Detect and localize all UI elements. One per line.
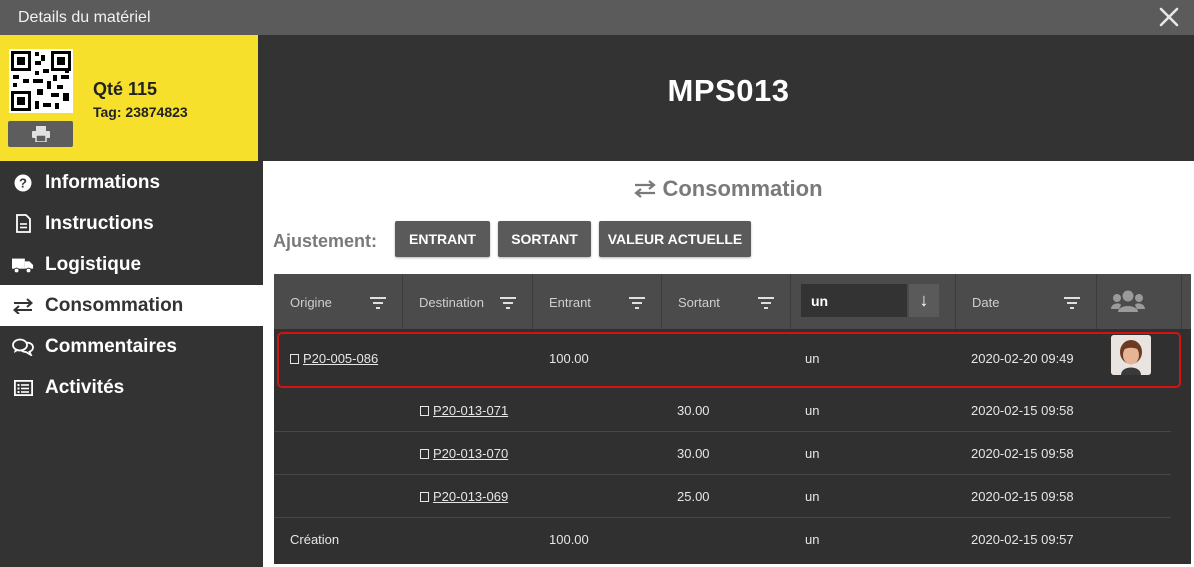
unit-cell: un [805, 489, 820, 504]
filter-icon[interactable] [1064, 296, 1080, 314]
print-button[interactable] [8, 121, 73, 147]
table-row[interactable]: P20-013-071 30.00 un 2020-02-15 09:58 [274, 389, 1171, 432]
adjustment-label: Ajustement: [273, 231, 378, 251]
material-header: MPS013 [263, 35, 1194, 161]
sortant-button[interactable]: SORTANT [498, 221, 591, 257]
document-icon [420, 406, 429, 416]
column-header-destination: Destination [403, 274, 533, 329]
material-details-window: Details du matériel Qté 115 Tag: 2387482… [0, 0, 1194, 567]
material-code: MPS013 [667, 73, 790, 108]
document-icon [12, 213, 34, 235]
sort-button[interactable]: ↓ [909, 284, 939, 317]
unit-cell: un [805, 446, 820, 461]
destination-cell[interactable]: P20-013-069 [420, 489, 508, 504]
close-button[interactable] [1156, 4, 1182, 30]
nav-item-activites[interactable]: Activités [0, 367, 263, 408]
question-circle-icon: ? [12, 172, 34, 194]
document-icon [290, 354, 299, 364]
consumption-panel: Consommation Ajustement: ENTRANT SORTANT… [263, 161, 1194, 567]
nav-item-commentaires[interactable]: Commentaires [0, 326, 263, 367]
date-cell: 2020-02-15 09:58 [971, 446, 1074, 461]
column-header-sortant: Sortant [662, 274, 791, 329]
document-icon [420, 449, 429, 459]
filter-icon[interactable] [758, 296, 774, 314]
in-cell: 100.00 [549, 351, 589, 366]
consumption-table: Origine Destination Entrant Sortant un ↓… [274, 274, 1191, 564]
destination-cell[interactable]: P20-013-071 [420, 403, 508, 418]
date-cell: 2020-02-15 09:58 [971, 403, 1074, 418]
avatar [1111, 335, 1151, 375]
date-cell: 2020-02-15 09:58 [971, 489, 1074, 504]
nav-item-instructions[interactable]: Instructions [0, 203, 263, 244]
out-cell: 30.00 [677, 403, 710, 418]
unit-cell: un [805, 532, 820, 547]
unit-cell: un [805, 403, 820, 418]
nav-item-logistique[interactable]: Logistique [0, 244, 263, 285]
section-title: Consommation [263, 176, 1194, 204]
in-cell: 100.00 [549, 532, 589, 547]
nav-label: Consommation [45, 294, 184, 316]
svg-text:?: ? [19, 175, 27, 190]
nav-item-consommation[interactable]: Consommation [0, 285, 263, 326]
list-icon [12, 377, 34, 399]
printer-icon [32, 126, 50, 142]
nav-label: Logistique [45, 253, 142, 275]
comments-icon [12, 336, 34, 358]
destination-cell[interactable]: P20-013-070 [420, 446, 508, 461]
close-icon [1159, 7, 1179, 27]
unit-filter-input[interactable] [801, 284, 907, 317]
entrant-button[interactable]: ENTRANT [395, 221, 490, 257]
unit-cell: un [805, 351, 820, 366]
column-header-date: Date [956, 274, 1097, 329]
window-title: Details du matériel [18, 9, 151, 26]
out-cell: 30.00 [677, 446, 710, 461]
filter-icon[interactable] [370, 296, 386, 314]
column-header-entrant: Entrant [533, 274, 662, 329]
valeur-actuelle-button[interactable]: VALEUR ACTUELLE [599, 221, 751, 257]
quantity-label: Qté 115 [93, 79, 158, 99]
qr-code-icon [9, 49, 73, 113]
swap-arrows-icon [12, 295, 34, 317]
nav-label: Informations [45, 171, 161, 193]
side-nav: ? Informations Instructions Logistique C… [0, 162, 263, 408]
filter-icon[interactable] [629, 296, 645, 314]
out-cell: 25.00 [677, 489, 710, 504]
sidebar: Qté 115 Tag: 23874823 ? Informations Ins… [0, 35, 263, 567]
nav-label: Commentaires [45, 335, 177, 357]
table-row[interactable]: P20-013-069 25.00 un 2020-02-15 09:58 [274, 475, 1171, 518]
origin-cell: Création [290, 532, 340, 547]
table-row[interactable]: P20-013-070 30.00 un 2020-02-15 09:58 [274, 432, 1171, 475]
column-header-unit: ↓ [791, 274, 956, 329]
tag-number: Tag: 23874823 [93, 104, 188, 120]
column-header-users [1097, 274, 1182, 329]
nav-item-informations[interactable]: ? Informations [0, 162, 263, 203]
date-cell: 2020-02-15 09:57 [971, 532, 1074, 547]
column-header-origine: Origine [274, 274, 403, 329]
nav-label: Instructions [45, 212, 154, 234]
table-row[interactable]: P20-005-086 100.00 un 2020-02-20 09:49 [274, 329, 1181, 389]
date-cell: 2020-02-20 09:49 [971, 351, 1074, 366]
users-icon [1111, 289, 1145, 318]
filter-icon[interactable] [500, 296, 516, 314]
title-bar: Details du matériel [0, 0, 1194, 35]
table-header: Origine Destination Entrant Sortant un ↓… [274, 274, 1191, 329]
nav-label: Activités [45, 376, 125, 398]
document-icon [420, 492, 429, 502]
section-title-text: Consommation [662, 176, 823, 201]
truck-icon [12, 254, 34, 276]
table-row[interactable]: Création 100.00 un 2020-02-15 09:57 [274, 518, 1171, 561]
arrow-down-icon: ↓ [919, 290, 929, 310]
tag-card: Qté 115 Tag: 23874823 [0, 35, 258, 161]
origin-cell[interactable]: P20-005-086 [290, 351, 378, 366]
swap-arrows-icon [634, 178, 657, 204]
